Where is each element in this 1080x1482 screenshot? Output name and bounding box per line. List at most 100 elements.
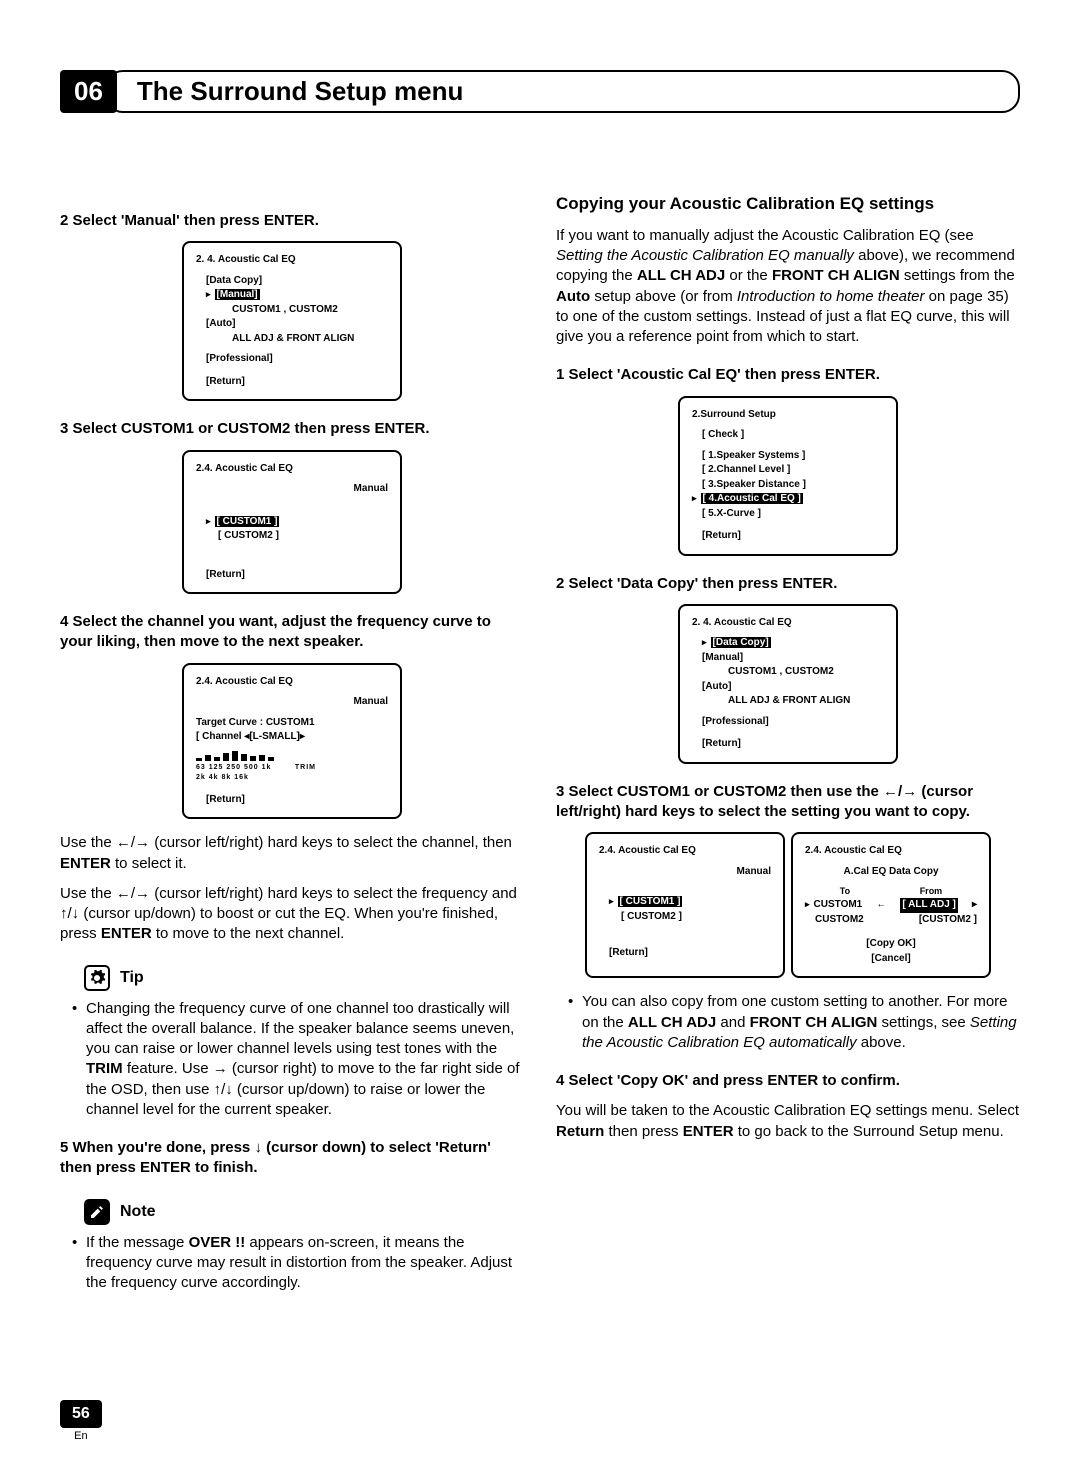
- osd-eq-adjust: 2.4. Acoustic Cal EQ Manual Target Curve…: [182, 663, 402, 820]
- osd-copy-target: 2.4. Acoustic Cal EQ A.Cal EQ Data Copy …: [791, 832, 991, 978]
- osd-line: ALL ADJ & FRONT ALIGN: [196, 332, 388, 347]
- step-4-heading: 4 Select the channel you want, adjust th…: [60, 612, 524, 653]
- osd-line: [Professional]: [692, 715, 884, 730]
- note-header: Note: [84, 1199, 524, 1225]
- step-2-heading: 2 Select 'Manual' then press ENTER.: [60, 211, 524, 231]
- osd-to-label: To: [840, 885, 850, 898]
- page-footer: 56 En: [60, 1400, 102, 1442]
- r-step-3-heading: 3 Select CUSTOM1 or CUSTOM2 then use the…: [556, 782, 1020, 823]
- r-step-4-heading: 4 Select 'Copy OK' and press ENTER to co…: [556, 1071, 1020, 1091]
- osd-return: [Return]: [692, 529, 884, 544]
- osd-line: [Auto]: [692, 680, 884, 695]
- osd-line: [Professional]: [196, 352, 388, 367]
- osd-title: 2.4. Acoustic Cal EQ: [196, 675, 388, 690]
- osd-line: CUSTOM2: [805, 913, 864, 928]
- arrow-left-icon: ←: [883, 783, 898, 800]
- intro-paragraph: If you want to manually adjust the Acous…: [556, 226, 1020, 348]
- osd-line: [ 5.X-Curve ]: [692, 507, 884, 522]
- note-label: Note: [120, 1201, 156, 1223]
- copy-note-item: You can also copy from one custom settin…: [568, 992, 1020, 1053]
- chapter-number-badge: 06: [60, 70, 117, 113]
- osd-copy-source: 2.4. Acoustic Cal EQ Manual [ CUSTOM1 ] …: [585, 832, 785, 978]
- osd-line: [Manual]: [692, 651, 884, 666]
- section-heading: Copying your Acoustic Calibration EQ set…: [556, 193, 1020, 216]
- tip-item: Changing the frequency curve of one chan…: [72, 999, 524, 1121]
- osd-subtitle: Manual: [196, 482, 388, 497]
- osd-from-label: From: [920, 885, 943, 898]
- osd-title: 2.4. Acoustic Cal EQ: [599, 844, 771, 859]
- osd-line: CUSTOM1 , CUSTOM2: [692, 665, 884, 680]
- pencil-icon: [84, 1199, 110, 1225]
- osd-surround-setup: 2.Surround Setup [ Check ] [ 1.Speaker S…: [678, 396, 898, 556]
- osd-return: [Return]: [599, 946, 771, 961]
- osd-manual-select: 2. 4. Acoustic Cal EQ [Data Copy] [Manua…: [182, 241, 402, 401]
- osd-highlight: [ CUSTOM1 ]: [215, 516, 280, 527]
- osd-line: [Data Copy]: [196, 274, 388, 289]
- osd-line: [Auto]: [196, 317, 388, 332]
- osd-cancel: [Cancel]: [805, 952, 977, 967]
- osd-line: CUSTOM1 , CUSTOM2: [196, 303, 388, 318]
- osd-line-selected: [ 4.Acoustic Cal EQ ]: [692, 492, 884, 507]
- osd-line-selected: [ CUSTOM1 ]: [599, 895, 771, 910]
- chapter-title-wrap: The Surround Setup menu: [105, 70, 1020, 113]
- chapter-header: 06 The Surround Setup menu: [60, 70, 1020, 113]
- step-3-heading: 3 Select CUSTOM1 or CUSTOM2 then press E…: [60, 419, 524, 439]
- arrow-right-icon: →: [902, 783, 917, 800]
- arrow-right-icon: →: [213, 1060, 228, 1077]
- instruction-paragraph: Use the ←/→ (cursor left/right) hard key…: [60, 884, 524, 945]
- eq-trim-label: TRIM: [295, 763, 316, 783]
- osd-subtitle: Manual: [599, 865, 771, 880]
- step-5-heading: 5 When you're done, press ↓ (cursor down…: [60, 1138, 524, 1179]
- osd-title: 2.Surround Setup: [692, 408, 884, 423]
- osd-title: 2.4. Acoustic Cal EQ: [196, 462, 388, 477]
- left-column: 2 Select 'Manual' then press ENTER. 2. 4…: [60, 193, 524, 1297]
- arrow-right-icon: ▸: [972, 898, 977, 913]
- note-list: If the message OVER !! appears on-screen…: [60, 1233, 524, 1294]
- osd-line: [ 1.Speaker Systems ]: [692, 449, 884, 464]
- arrow-right-icon: →: [135, 885, 150, 902]
- page-language: En: [60, 1430, 102, 1442]
- osd-line: ALL ADJ & FRONT ALIGN: [692, 694, 884, 709]
- r-step-1-heading: 1 Select 'Acoustic Cal EQ' then press EN…: [556, 365, 1020, 385]
- osd-data-copy: 2. 4. Acoustic Cal EQ [Data Copy] [Manua…: [678, 604, 898, 764]
- tip-list: Changing the frequency curve of one chan…: [60, 999, 524, 1121]
- osd-line: [ 3.Speaker Distance ]: [692, 478, 884, 493]
- osd-highlight: [ ALL ADJ ]: [900, 898, 958, 913]
- osd-line-selected: [Data Copy]: [692, 636, 884, 651]
- arrow-up-icon: ↑: [214, 1081, 222, 1098]
- arrow-left-icon: ←: [876, 898, 886, 913]
- osd-channel: [ Channel ◂[L-SMALL]▸: [196, 730, 388, 745]
- note-item: If the message OVER !! appears on-screen…: [72, 1233, 524, 1294]
- osd-return: [Return]: [196, 375, 388, 390]
- osd-line-selected: [Manual]: [196, 288, 388, 303]
- osd-return: [Return]: [196, 568, 388, 583]
- osd-return: [Return]: [692, 737, 884, 752]
- osd-line: [ 2.Channel Level ]: [692, 463, 884, 478]
- osd-pair: 2.4. Acoustic Cal EQ Manual [ CUSTOM1 ] …: [556, 832, 1020, 978]
- osd-line: [ CUSTOM2 ]: [599, 910, 771, 925]
- eq-freq-labels: 63 125 250 500 1k 2k 4k 8k 16k: [196, 763, 275, 783]
- tip-header: Tip: [84, 965, 524, 991]
- osd-line: CUSTOM1: [805, 898, 862, 913]
- osd-line: [ Check ]: [692, 428, 884, 443]
- r-step-2-heading: 2 Select 'Data Copy' then press ENTER.: [556, 574, 1020, 594]
- osd-line: [ CUSTOM2 ]: [196, 529, 388, 544]
- instruction-paragraph: Use the ←/→ (cursor left/right) hard key…: [60, 833, 524, 874]
- tip-label: Tip: [120, 967, 144, 989]
- osd-target-curve: Target Curve : CUSTOM1: [196, 716, 388, 731]
- osd-title: 2.4. Acoustic Cal EQ: [805, 844, 977, 859]
- osd-return: [Return]: [196, 793, 388, 808]
- osd-highlight: [ CUSTOM1 ]: [618, 896, 683, 907]
- osd-highlight: [ 4.Acoustic Cal EQ ]: [701, 493, 803, 504]
- arrow-up-icon: ↑: [60, 905, 68, 922]
- arrow-right-icon: →: [135, 834, 150, 851]
- chapter-title: The Surround Setup menu: [137, 76, 998, 107]
- osd-subtitle: Manual: [196, 695, 388, 710]
- arrow-down-icon: ↓: [225, 1081, 233, 1098]
- osd-subtitle: A.Cal EQ Data Copy: [805, 865, 977, 880]
- osd-title: 2. 4. Acoustic Cal EQ: [196, 253, 388, 268]
- osd-custom-select: 2.4. Acoustic Cal EQ Manual [ CUSTOM1 ] …: [182, 450, 402, 595]
- arrow-down-icon: ↓: [254, 1139, 262, 1156]
- eq-graph: 63 125 250 500 1k 2k 4k 8k 16k TRIM: [196, 751, 388, 783]
- osd-copy-ok: [Copy OK]: [805, 937, 977, 952]
